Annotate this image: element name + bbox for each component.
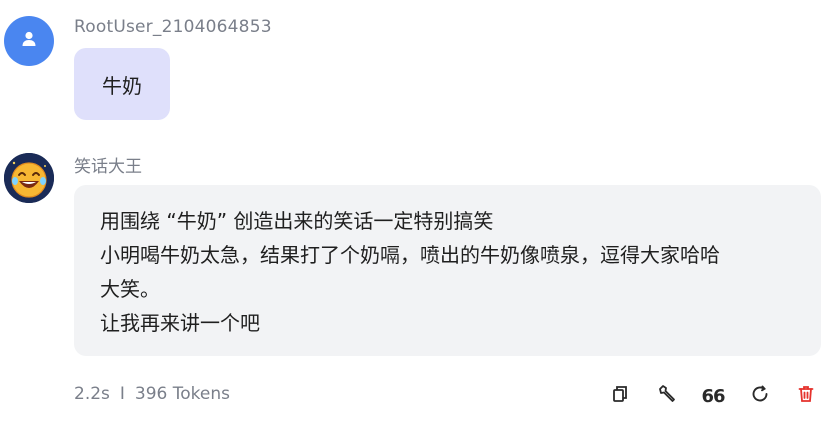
user-avatar xyxy=(4,16,54,66)
meta-separator: I xyxy=(119,384,125,404)
delete-button[interactable] xyxy=(791,381,821,411)
copy-icon xyxy=(610,384,630,408)
bot-message-line: 用围绕 “牛奶” 创造出来的笑话一定特别搞笑 xyxy=(100,209,494,233)
edit-button[interactable] xyxy=(652,381,682,411)
copy-button[interactable] xyxy=(605,381,635,411)
trash-icon xyxy=(796,384,816,408)
refresh-icon xyxy=(750,384,770,408)
user-message-text: 牛奶 xyxy=(102,73,142,98)
bot-message-line: 大笑。 xyxy=(100,277,160,301)
token-count: 396 Tokens xyxy=(134,384,230,404)
bot-name: 笑话大王 xyxy=(74,157,142,177)
bot-message-line: 小明喝牛奶太急，结果打了个奶嗝，喷出的牛奶像喷泉，逗得大家哈哈 xyxy=(100,243,720,267)
bot-avatar xyxy=(4,153,54,203)
user-name: RootUser_2104064853 xyxy=(74,17,272,37)
user-message-bubble: 牛奶 xyxy=(74,48,170,120)
message-meta: 2.2s I 396 Tokens xyxy=(74,384,230,404)
laughing-emoji-icon xyxy=(4,153,54,203)
user-icon xyxy=(19,29,39,53)
wrench-icon xyxy=(657,384,677,408)
bot-message-bubble: 用围绕 “牛奶” 创造出来的笑话一定特别搞笑 小明喝牛奶太急，结果打了个奶嗝，喷… xyxy=(74,185,821,356)
regenerate-button[interactable] xyxy=(745,381,775,411)
message-actions: 66 xyxy=(605,381,821,411)
quote-icon: 66 xyxy=(701,385,725,407)
bot-message-line: 让我再来讲一个吧 xyxy=(100,311,260,335)
response-duration: 2.2s xyxy=(74,384,110,404)
quote-button[interactable]: 66 xyxy=(698,381,728,411)
